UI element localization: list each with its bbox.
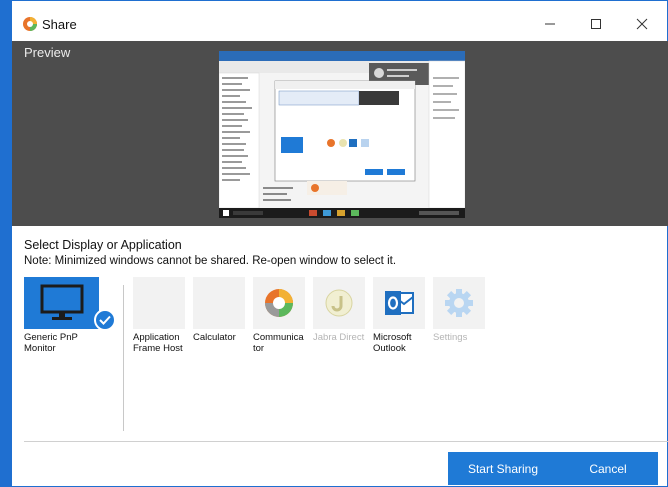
source-label: Application Frame Host xyxy=(133,332,183,354)
selected-checkmark-icon xyxy=(94,309,116,331)
share-window: Share Preview Select Display or Applicat… xyxy=(0,0,668,487)
source-list: Generic PnP Monitor Application Frame Ho… xyxy=(24,277,668,437)
source-tile-application-frame-host[interactable]: Application Frame Host xyxy=(133,277,187,354)
monitor-tile-box xyxy=(24,277,99,329)
maximize-button[interactable] xyxy=(576,9,616,39)
jabra-tile-box xyxy=(313,277,365,329)
preview-label: Preview xyxy=(24,45,71,60)
jabra-icon xyxy=(325,289,353,317)
title-bar: Share xyxy=(12,1,667,41)
gear-icon xyxy=(445,289,473,317)
communicator-tile-box xyxy=(253,277,305,329)
outlook-tile-box xyxy=(373,277,425,329)
start-sharing-button[interactable]: Start Sharing xyxy=(448,452,558,485)
monitor-icon xyxy=(40,284,83,320)
source-tile-microsoft-outlook[interactable]: Microsoft Outlook xyxy=(373,277,427,354)
source-label: Microsoft Outlook xyxy=(373,332,412,354)
source-label: Jabra Direct xyxy=(313,332,365,343)
desktop-screenshot-image xyxy=(219,51,465,218)
source-label: Communica tor xyxy=(253,332,304,354)
close-icon xyxy=(636,18,648,30)
preview-panel: Preview xyxy=(12,41,668,226)
outlook-icon xyxy=(385,291,414,315)
source-tile-jabra-direct[interactable]: Jabra Direct xyxy=(313,277,367,343)
minimized-windows-note: Note: Minimized windows cannot be shared… xyxy=(24,255,397,267)
minimize-button[interactable] xyxy=(530,9,570,39)
source-tile-calculator[interactable]: Calculator xyxy=(193,277,247,343)
source-divider xyxy=(123,285,124,431)
minimize-icon xyxy=(545,23,555,25)
blank-app-icon xyxy=(193,277,245,329)
settings-tile-box xyxy=(433,277,485,329)
screen-preview-thumbnail xyxy=(219,51,465,218)
source-tile-settings[interactable]: Settings xyxy=(433,277,487,343)
source-label: Calculator xyxy=(193,332,236,343)
source-label: Generic PnP Monitor xyxy=(24,332,78,354)
select-source-heading: Select Display or Application xyxy=(24,238,182,252)
share-app-icon xyxy=(23,17,37,31)
communicator-icon xyxy=(265,289,293,317)
source-label: Settings xyxy=(433,332,468,343)
blank-app-icon xyxy=(133,277,185,329)
window-title: Share xyxy=(42,17,77,32)
footer-divider xyxy=(24,441,668,442)
cancel-button[interactable]: Cancel xyxy=(558,452,658,485)
close-button[interactable] xyxy=(622,9,662,39)
source-tile-communicator[interactable]: Communica tor xyxy=(253,277,307,354)
source-tile-generic-pnp-monitor[interactable]: Generic PnP Monitor xyxy=(24,277,116,354)
maximize-icon xyxy=(591,19,601,29)
